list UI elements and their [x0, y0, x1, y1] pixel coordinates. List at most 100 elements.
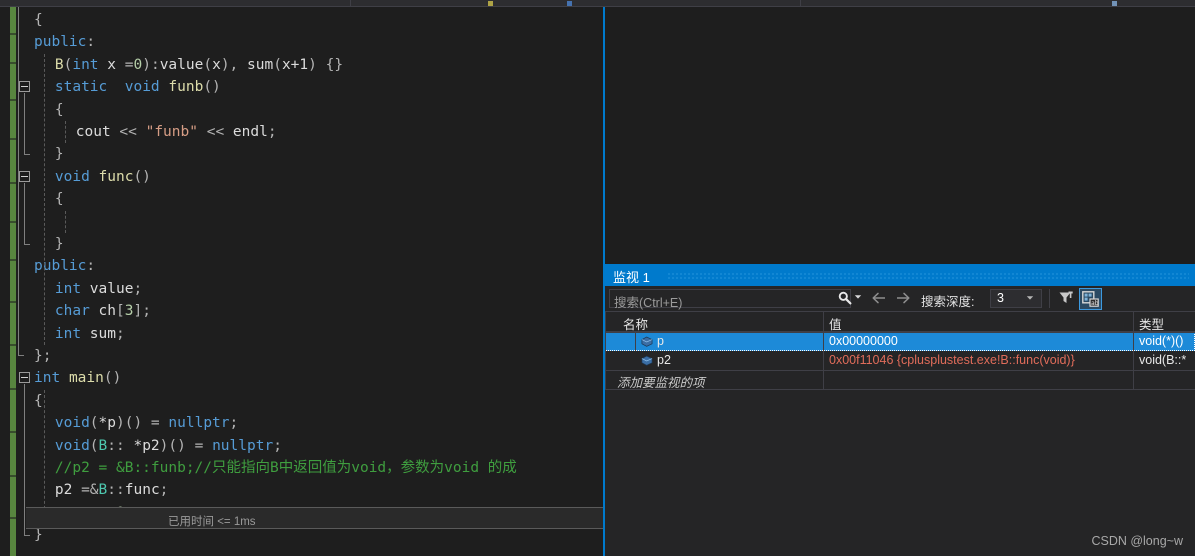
code-editor[interactable]: {public: B(int x =0):value(x), sum(x+1) {… — [0, 7, 604, 556]
table-row[interactable]: p2 0x00f11046 {cplusplustest.exe!B::func… — [605, 351, 1195, 370]
code-token: { — [34, 12, 43, 28]
code-token: , — [229, 56, 248, 73]
watch-window-titlebar[interactable]: 监视 1 — [605, 264, 1195, 286]
code-token: //p2 = &B::funb;//只能指向B中返回值为void，参数为void… — [54, 460, 517, 476]
code-token: ; — [142, 303, 151, 320]
watch-grid[interactable]: 名称 值 类型 p 0x00000000 void(*)() p2 0x00f1… — [605, 312, 1195, 556]
indent-guide — [43, 53, 45, 345]
code-token: void — [54, 437, 90, 454]
code-line: void(*p)() = nullptr; — [34, 412, 238, 434]
table-row[interactable]: p 0x00000000 void(*)() — [605, 332, 1195, 351]
code-token: << — [197, 124, 233, 140]
code-token: : — [86, 34, 96, 51]
code-line: } — [34, 233, 64, 255]
arrow-right-icon[interactable] — [895, 291, 911, 305]
code-token: ( — [273, 56, 282, 73]
arrow-left-icon[interactable] — [871, 291, 887, 305]
code-token: cout — [75, 124, 111, 140]
code-token: B — [98, 482, 108, 499]
code-token: nullptr — [212, 437, 274, 454]
code-token: } — [54, 146, 64, 163]
code-token: () — [103, 370, 122, 387]
current-statement-highlight — [26, 506, 604, 529]
column-header-type[interactable]: 类型 — [1139, 314, 1164, 333]
row-divider — [605, 332, 1195, 333]
code-token: sum — [81, 325, 116, 342]
code-token: ( — [89, 437, 99, 454]
column-divider[interactable] — [1133, 312, 1134, 332]
code-token: ; — [267, 124, 277, 140]
code-token: =& — [81, 482, 99, 499]
code-line: //p2 = &B::funb;//只能指向B中返回值为void，参数为void… — [34, 457, 517, 479]
code-token: p2 — [54, 482, 82, 499]
row-divider — [605, 389, 1195, 390]
toolbar-glyph-icon[interactable] — [488, 1, 493, 6]
code-token: { — [54, 101, 64, 118]
code-line: public: — [34, 31, 95, 53]
code-token: int — [54, 325, 82, 342]
code-token: } — [34, 527, 43, 544]
code-token: }; — [34, 348, 52, 364]
code-token: {} — [316, 56, 344, 73]
code-token: 0 — [133, 56, 143, 73]
code-token: value — [159, 56, 204, 73]
code-token: x+1 — [281, 56, 309, 73]
code-token: << — [110, 124, 146, 140]
code-token: ( — [89, 415, 99, 432]
watch-row-value[interactable]: 0x00f11046 {cplusplustest.exe!B::func(vo… — [829, 353, 1075, 367]
indent-guide — [64, 210, 66, 233]
code-token: ; — [229, 415, 239, 432]
watch-window[interactable]: 监视 1 搜索(Ctrl+E) 搜索深度: 3 ab 名称 值 类型 p 0x0… — [605, 264, 1195, 556]
code-token: sum — [247, 56, 274, 73]
indent-guide — [64, 121, 66, 144]
code-token: func — [124, 482, 160, 499]
code-token: static — [54, 79, 108, 96]
variable-icon — [641, 336, 653, 347]
column-header-value[interactable]: 值 — [829, 314, 842, 333]
code-line: }; — [34, 345, 51, 367]
watch-grid-header[interactable]: 名称 值 类型 — [605, 312, 1195, 332]
search-icon[interactable] — [837, 290, 853, 306]
column-divider — [823, 332, 824, 389]
watch-add-item-row[interactable]: 添加要监视的项 — [605, 370, 1195, 390]
watch-toolbar[interactable]: 搜索(Ctrl+E) 搜索深度: 3 ab — [605, 286, 1195, 312]
row-header-divider — [635, 332, 636, 351]
code-line: static void funb() — [34, 76, 221, 98]
code-token: ( — [203, 56, 213, 73]
code-token: = — [142, 415, 169, 432]
code-token: funb — [168, 79, 204, 96]
search-box[interactable]: 搜索(Ctrl+E) — [609, 289, 851, 311]
code-token: () — [124, 415, 143, 432]
code-token: x — [212, 56, 221, 73]
watch-row-name: p2 — [657, 353, 671, 367]
hex-display-icon[interactable]: ab — [1082, 291, 1099, 307]
code-text-layer: {public: B(int x =0):value(x), sum(x+1) {… — [0, 7, 604, 556]
code-line: p2 =&B::func; — [34, 479, 169, 501]
code-token: () — [168, 437, 186, 454]
row-divider — [605, 370, 1195, 371]
code-token: value — [81, 280, 134, 297]
pin-filter-icon[interactable] — [1057, 290, 1074, 307]
search-depth-label: 搜索深度: — [921, 295, 975, 309]
search-input[interactable]: 搜索(Ctrl+E) — [614, 292, 682, 311]
code-token: ) — [116, 415, 125, 432]
code-token: nullptr — [168, 415, 230, 432]
column-divider[interactable] — [823, 312, 824, 332]
code-token: public — [34, 258, 87, 275]
search-options-chevron-down-icon[interactable] — [854, 294, 862, 300]
toolbar-glyph-icon[interactable] — [567, 1, 572, 6]
watch-row-value[interactable]: 0x00000000 — [829, 334, 898, 348]
column-header-name[interactable]: 名称 — [623, 314, 648, 333]
code-line: { — [34, 99, 64, 121]
search-depth-chevron-down-icon[interactable] — [1026, 295, 1034, 301]
code-line: cout << "funb" << endl; — [34, 121, 277, 143]
titlebar-drag-grip[interactable] — [667, 272, 1189, 279]
code-token: [ — [116, 303, 125, 320]
code-token: :: — [107, 437, 134, 454]
column-divider — [1133, 332, 1134, 389]
watch-row-name: p — [657, 334, 664, 348]
toolbar-glyph-icon[interactable] — [1112, 1, 1117, 6]
